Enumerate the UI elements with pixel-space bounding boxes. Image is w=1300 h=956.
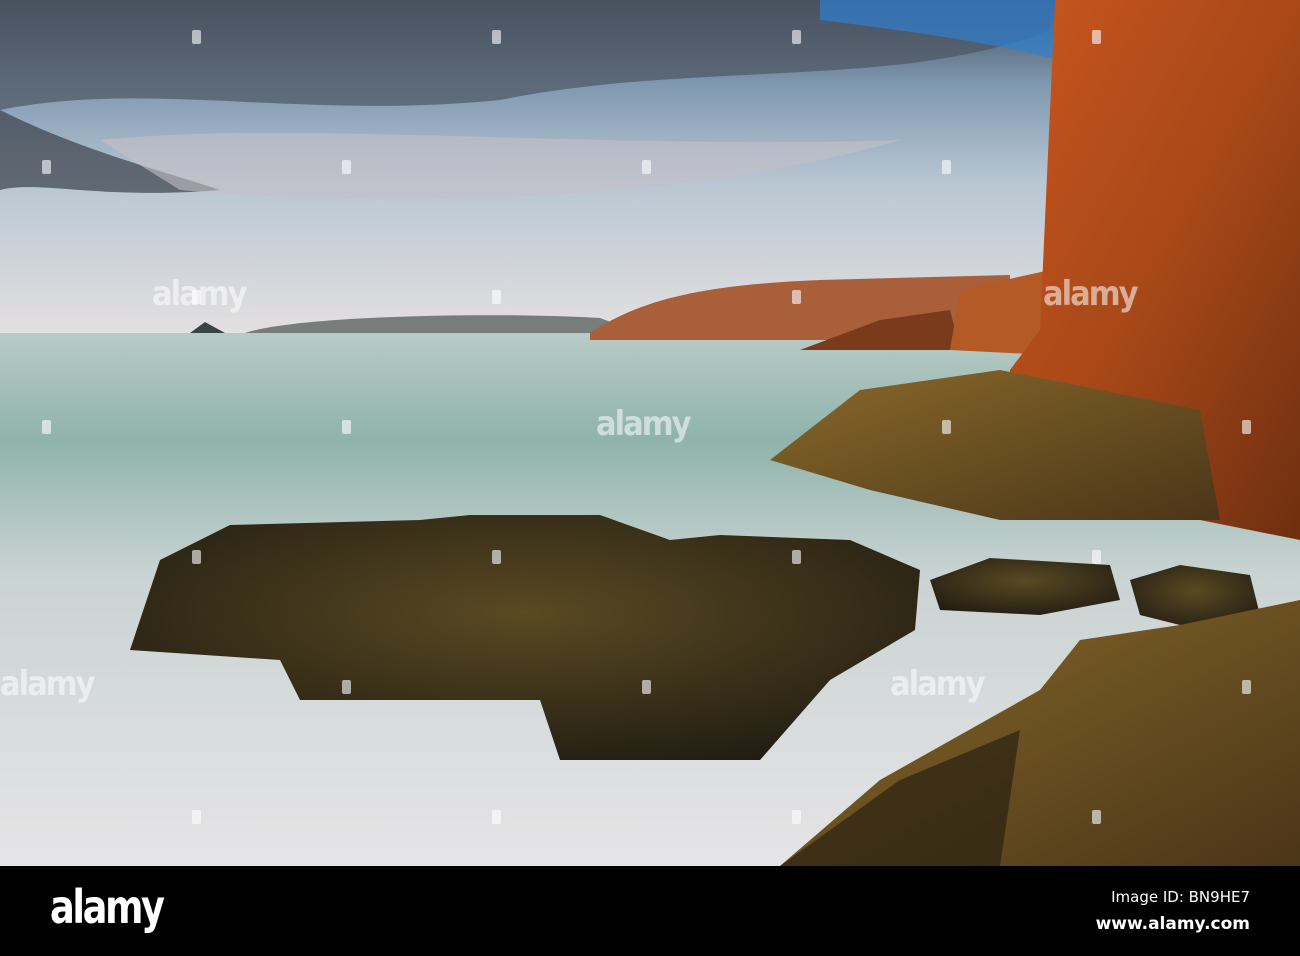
watermark-mark [942,160,951,174]
watermark-mark [42,160,51,174]
watermark-mark [342,680,351,694]
watermark-mark [492,550,501,564]
watermark-mark [1092,550,1101,564]
image-id: Image ID: BN9HE7 [1111,888,1250,906]
watermark-mark [492,30,501,44]
watermark-mark [792,30,801,44]
watermark-mark [342,160,351,174]
watermark-mark [792,290,801,304]
watermark-text: alamy [890,664,986,704]
watermark-text: alamy [0,664,96,704]
website-url: www.alamy.com [1095,914,1250,934]
watermark-mark [192,810,201,824]
watermark-mark [1092,810,1101,824]
watermark-mark [342,420,351,434]
stock-photo: alamy alamy alamy alamy alamy alamy Imag… [0,0,1300,956]
watermark-mark [792,550,801,564]
watermark-mark [1092,30,1101,44]
watermark-mark [1242,680,1251,694]
watermark-mark [942,420,951,434]
watermark-text: alamy [596,404,692,444]
watermark-mark [492,810,501,824]
watermark-mark [492,290,501,304]
footer-bar: alamy Image ID: BN9HE7 www.alamy.com [0,866,1300,956]
watermark-mark [192,550,201,564]
watermark-mark [192,290,201,304]
watermark-text: alamy [1043,274,1139,314]
alamy-logo: alamy [50,880,165,934]
watermark-mark [1242,420,1251,434]
watermark-mark [792,810,801,824]
watermark-mark [642,160,651,174]
watermark-mark [642,680,651,694]
watermark-mark [42,420,51,434]
watermark-mark [192,30,201,44]
